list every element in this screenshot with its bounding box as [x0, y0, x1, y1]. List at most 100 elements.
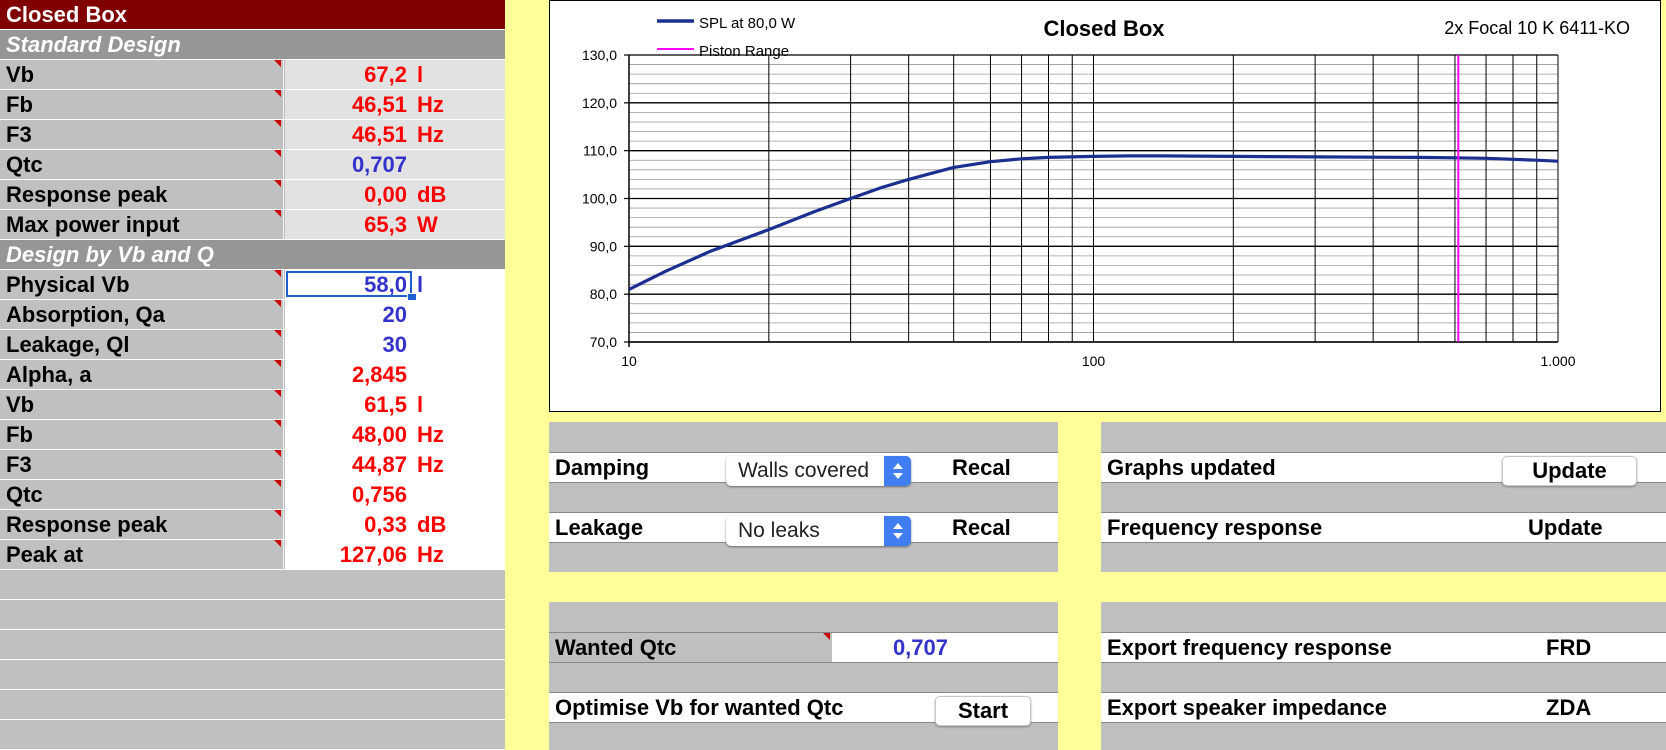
empty-row[interactable] [0, 570, 505, 600]
cell-label[interactable]: F3 [0, 120, 284, 149]
value-number: 67,2 [364, 62, 407, 87]
cell-label[interactable]: Response peak [0, 510, 284, 539]
chart-subtitle: 2x Focal 10 K 6411-KO [1444, 18, 1630, 38]
sheet-title-row: Closed Box [0, 0, 505, 30]
recal-panel: Damping Walls covered Recal Leakage No l… [549, 422, 1058, 572]
value-number: 44,87 [351, 452, 407, 477]
cell-label[interactable]: Absorption, Qa [0, 300, 284, 329]
cell-label[interactable]: Leakage, Ql [0, 330, 284, 359]
cell-value[interactable]: 46,51 Hz [285, 120, 505, 149]
row-physical-vb: Physical Vb 58,0 l [0, 270, 505, 303]
chart-legend: SPL at 80,0 W Piston Range [657, 15, 796, 60]
value-number: 20 [382, 302, 407, 327]
cell-value[interactable]: 67,2 l [285, 60, 505, 89]
cell-value[interactable]: 0,707 [285, 150, 505, 179]
cell-label[interactable]: F3 [0, 450, 284, 479]
row-vb: Vb 61,5 l [0, 390, 505, 420]
empty-row[interactable] [0, 600, 505, 630]
value-number: 65,3 [364, 212, 407, 237]
value-unit: Hz [417, 542, 444, 567]
sheet-title: Closed Box [6, 2, 128, 27]
frequency-update-button[interactable]: Update [1528, 513, 1603, 543]
empty-row[interactable] [0, 690, 505, 720]
legend-label-spl: SPL at 80,0 W [699, 15, 796, 32]
value-number: 2,845 [351, 362, 407, 387]
export-zda-button[interactable]: ZDA [1546, 693, 1591, 723]
cell-value[interactable]: 48,00 Hz [285, 420, 505, 449]
export-impedance-label: Export speaker impedance [1107, 695, 1388, 720]
frequency-response-label: Frequency response [1107, 515, 1323, 540]
row-qtc: Qtc 0,756 [0, 480, 505, 510]
row-alpha-a: Alpha, a 2,845 [0, 360, 505, 390]
cell-label[interactable]: Peak at [0, 540, 284, 569]
optimise-start-button[interactable]: Start [935, 696, 1031, 726]
section-header: Design by Vb and Q [6, 242, 214, 267]
row-fb: Fb 46,51 Hz [0, 90, 505, 120]
cell-value[interactable]: 30 [285, 330, 505, 359]
section-design-by-vb-q: Design by Vb and Q [0, 240, 505, 270]
leakage-label: Leakage [555, 515, 644, 540]
cell-label[interactable]: Qtc [0, 150, 284, 179]
export-frequency-label: Export frequency response [1107, 635, 1392, 660]
optimise-row: Optimise Vb for wanted Qtc Start [549, 692, 1058, 726]
damping-select-value: Walls covered [738, 459, 870, 482]
graphs-update-button[interactable]: Update [1502, 456, 1637, 486]
cell-value[interactable]: 127,06 Hz [285, 540, 505, 569]
cell-value[interactable]: 2,845 [285, 360, 505, 389]
y-tick-label: 70,0 [590, 334, 617, 350]
cell-value[interactable]: 0,00 dB [285, 180, 505, 209]
row-f3: F3 44,87 Hz [0, 450, 505, 480]
cell-value[interactable]: 44,87 Hz [285, 450, 505, 479]
cell-value[interactable]: 0,33 dB [285, 510, 505, 539]
cell-label[interactable]: Alpha, a [0, 360, 284, 389]
value-unit: dB [417, 182, 447, 207]
row-vb: Vb 67,2 l [0, 60, 505, 90]
cell-value[interactable]: 65,3 W [285, 210, 505, 239]
damping-recal-button[interactable]: Recal [952, 453, 1011, 483]
graphs-updated-row: Graphs updated Update [1101, 452, 1666, 486]
cell-label[interactable]: Fb [0, 420, 284, 449]
empty-row[interactable] [0, 720, 505, 750]
chart-canvas: 130,0 120,0 110,0 100,0 90,0 80,0 70,010 100 1.0… [582, 15, 1630, 369]
cell-label[interactable]: Qtc [0, 480, 284, 509]
cell-label[interactable]: Max power input [0, 210, 284, 239]
section-standard-design: Standard Design [0, 30, 505, 60]
cell-label[interactable]: Fb [0, 90, 284, 119]
leakage-recal-button[interactable]: Recal [952, 513, 1011, 543]
value-number: 0,00 [364, 182, 407, 207]
x-tick-label: 1.000 [1540, 353, 1575, 369]
cell-selection [286, 271, 412, 297]
chart-title: Closed Box [1043, 16, 1165, 41]
cell-label[interactable]: Response peak [0, 180, 284, 209]
frequency-response-row: Frequency response Update [1101, 512, 1666, 543]
cell-value[interactable]: 0,756 [285, 480, 505, 509]
value-unit: l [417, 392, 424, 417]
empty-row[interactable] [0, 660, 505, 690]
select-arrows-icon [884, 516, 911, 546]
section-header: Standard Design [6, 32, 181, 57]
cell-label[interactable]: Vb [0, 390, 284, 419]
value-number: 127,06 [339, 542, 407, 567]
damping-row: Damping Walls covered Recal [549, 452, 1058, 486]
cell-value[interactable]: 61,5 l [285, 390, 505, 419]
export-impedance-row: Export speaker impedance ZDA [1101, 692, 1666, 723]
wanted-qtc-input[interactable]: 0,707 [832, 633, 1058, 662]
leakage-select[interactable]: No leaks [726, 516, 911, 546]
cell-value[interactable]: 20 [285, 300, 505, 329]
value-number: 46,51 [351, 122, 407, 147]
sheet-panel: Closed Box Standard Design Vb 67,2 l Fb 46,5… [0, 0, 505, 750]
value-unit: Hz [417, 122, 444, 147]
y-tick-label: 130,0 [582, 47, 617, 63]
cell-label[interactable]: Vb [0, 60, 284, 89]
wanted-qtc-label: Wanted Qtc [555, 635, 677, 660]
leakage-select-value: No leaks [738, 519, 820, 542]
empty-row[interactable] [0, 630, 505, 660]
cell-value[interactable]: 46,51 Hz [285, 90, 505, 119]
row-peak-at: Peak at 127,06 Hz [0, 540, 505, 570]
cell-label[interactable]: Physical Vb [0, 270, 284, 299]
row-fb: Fb 48,00 Hz [0, 420, 505, 450]
damping-select[interactable]: Walls covered [726, 456, 911, 486]
value-unit: Hz [417, 92, 444, 117]
export-frd-button[interactable]: FRD [1546, 633, 1591, 663]
export-panel: Export frequency response FRD Export spe… [1101, 602, 1666, 750]
